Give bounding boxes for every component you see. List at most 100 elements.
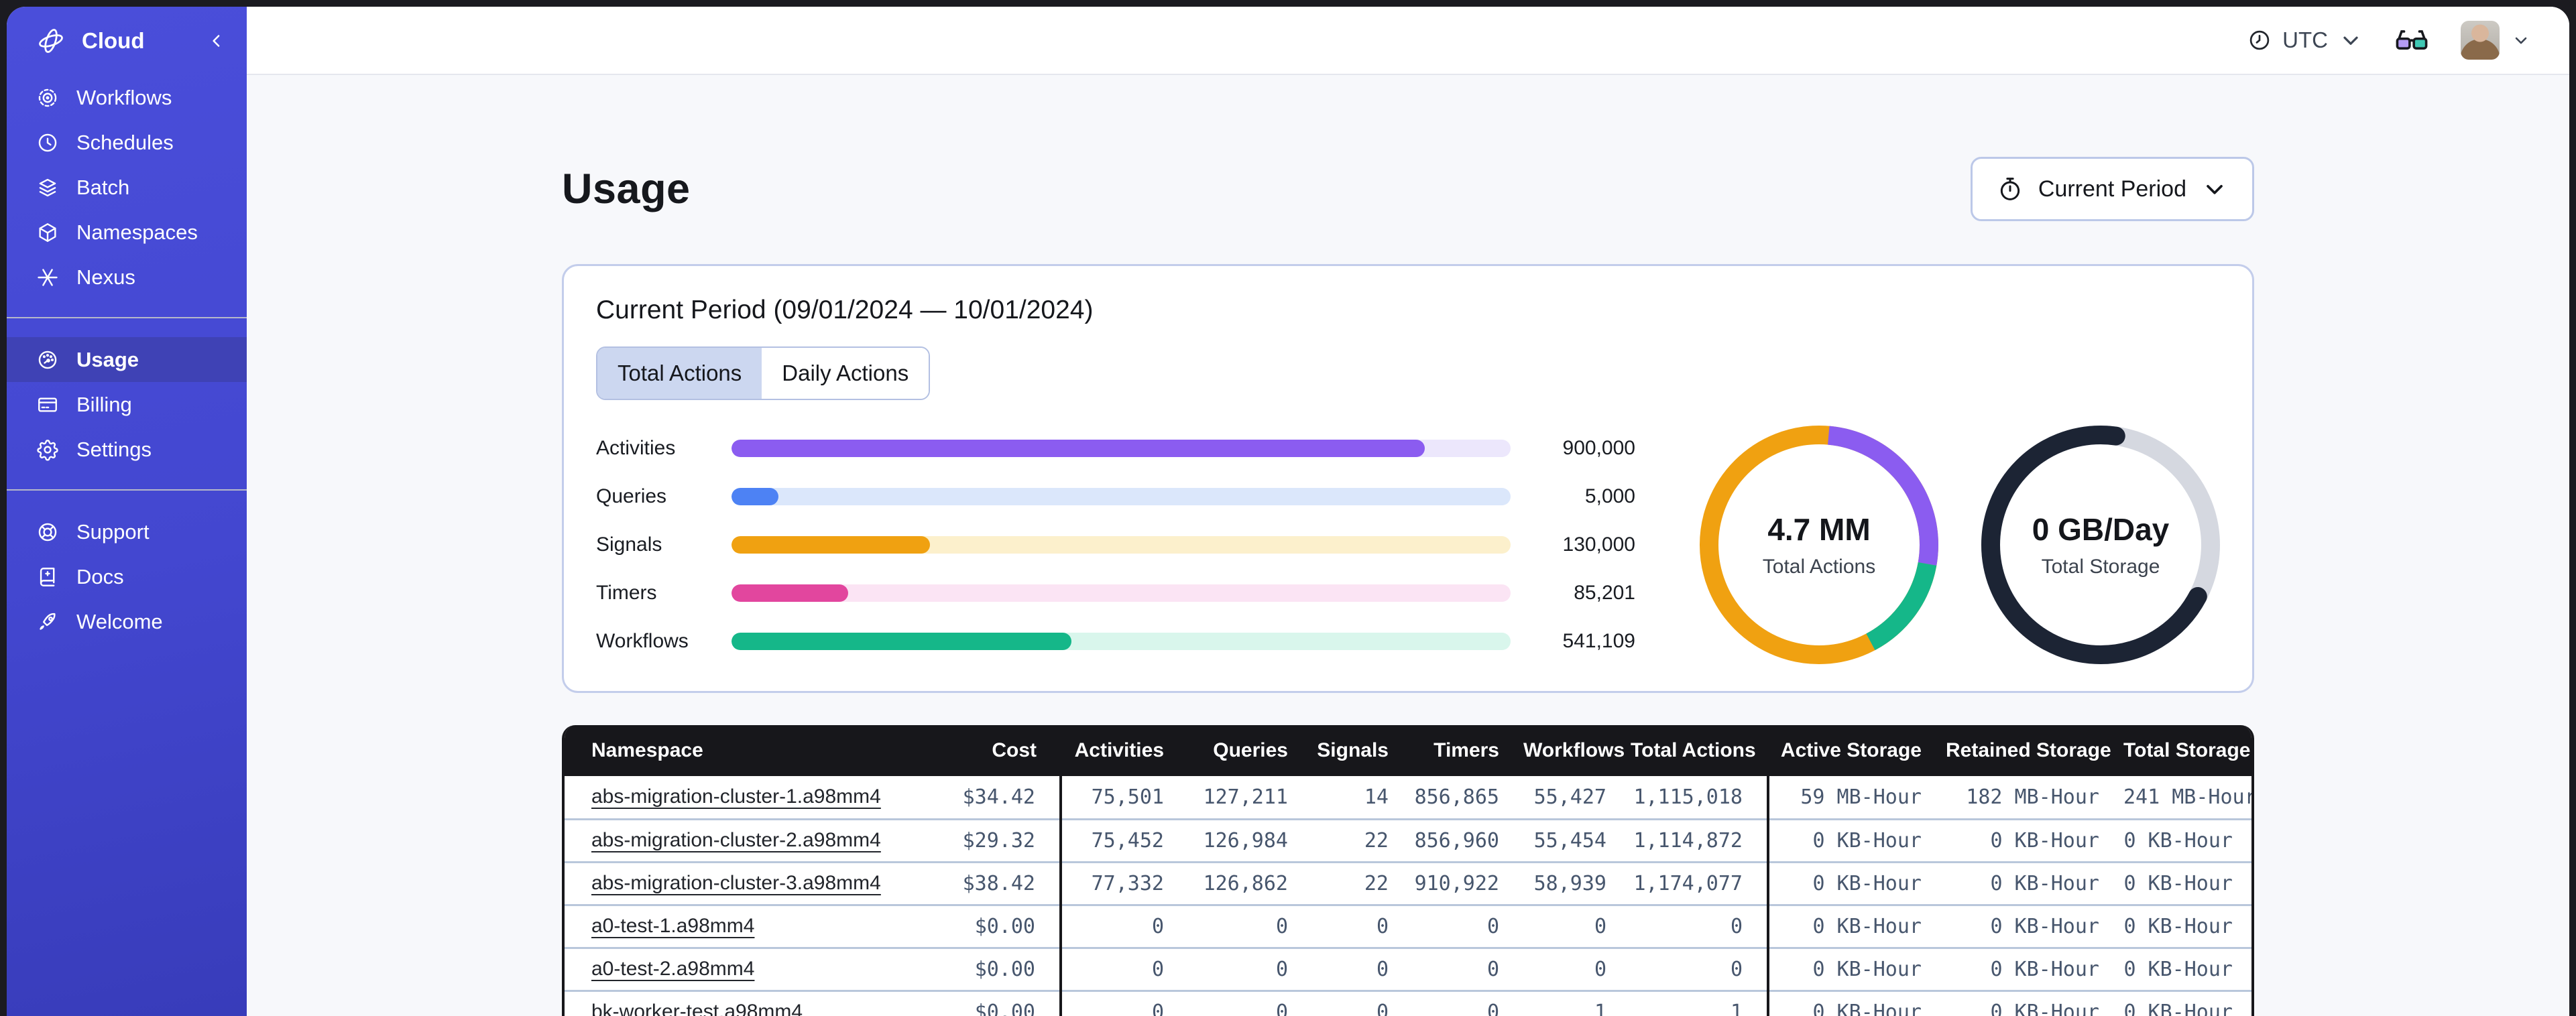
- timers-cell: 856,865: [1413, 776, 1523, 820]
- bar-label: Timers: [596, 582, 657, 604]
- active_storage-cell: 0 KB-Hour: [1767, 991, 1946, 1016]
- brand-label: Cloud: [82, 28, 145, 53]
- sidebar-item-namespaces[interactable]: Namespaces: [7, 210, 247, 255]
- queries-cell: 126,862: [1188, 862, 1312, 906]
- timezone-selector[interactable]: UTC: [2247, 27, 2363, 53]
- tab-daily-actions[interactable]: Daily Actions: [762, 348, 929, 399]
- timers-cell: 0: [1413, 905, 1523, 949]
- sidebar-collapse-button[interactable]: [207, 31, 227, 51]
- bar-value: 900,000: [1562, 437, 1635, 459]
- cost-cell: $38.42: [937, 862, 1061, 906]
- sidebar-header: Cloud: [7, 7, 247, 75]
- namespace-link[interactable]: abs-migration-cluster-1.a98mm4: [591, 785, 881, 808]
- bar-fill: [731, 440, 1425, 457]
- total-storage-label: Total Storage: [2041, 556, 2160, 578]
- sidebar-item-label: Docs: [76, 564, 124, 588]
- sidebar-item-billing[interactable]: Billing: [7, 382, 247, 427]
- retained_storage-cell: 0 KB-Hour: [1946, 862, 2123, 906]
- sidebar-item-label: Nexus: [76, 265, 135, 289]
- signals-cell: 22: [1312, 862, 1413, 906]
- table-row: abs-migration-cluster-2.a98mm4 $29.32 75,4…: [565, 819, 2251, 863]
- settings-icon: [36, 438, 59, 461]
- billing-icon: [36, 393, 59, 416]
- active_storage-cell: 0 KB-Hour: [1767, 819, 1946, 863]
- total_actions-cell: 1,115,018: [1631, 776, 1768, 820]
- table-row: a0-test-1.a98mm4 $0.00 0 0 0 0 0 0 0 KB-Hour 0 KB…: [565, 905, 2251, 949]
- namespace-link[interactable]: a0-test-2.a98mm4: [591, 958, 754, 980]
- sidebar-item-nexus[interactable]: Nexus: [7, 255, 247, 300]
- table-row: abs-migration-cluster-3.a98mm4 $38.42 77,3…: [565, 862, 2251, 906]
- column-header-activities: Activities: [1061, 725, 1188, 776]
- column-header-timers: Timers: [1413, 725, 1523, 776]
- sidebar-item-usage[interactable]: Usage: [7, 337, 247, 382]
- total-actions-label: Total Actions: [1762, 556, 1876, 578]
- clock-icon: [2247, 28, 2272, 52]
- cost-cell: $0.00: [937, 991, 1061, 1016]
- total_actions-cell: 0: [1631, 905, 1768, 949]
- total_actions-cell: 1: [1631, 991, 1768, 1016]
- cost-cell: $29.32: [937, 819, 1061, 863]
- bar-label: Workflows: [596, 630, 689, 652]
- active_storage-cell: 0 KB-Hour: [1767, 948, 1946, 992]
- bar-track: [731, 584, 1511, 602]
- total_storage-cell: 0 KB-Hour: [2123, 948, 2251, 992]
- namespace-cell: abs-migration-cluster-1.a98mm4: [565, 776, 937, 820]
- sidebar-item-settings[interactable]: Settings: [7, 427, 247, 472]
- total_storage-cell: 0 KB-Hour: [2123, 991, 2251, 1016]
- sidebar-item-workflows[interactable]: Workflows: [7, 75, 247, 120]
- sidebar-item-label: Batch: [76, 175, 130, 199]
- bar-track: [731, 536, 1511, 554]
- signals-cell: 22: [1312, 819, 1413, 863]
- bar-label: Queries: [596, 485, 667, 507]
- namespace-cell: abs-migration-cluster-3.a98mm4: [565, 862, 937, 906]
- activities-cell: 77,332: [1059, 862, 1188, 906]
- total-actions-value: 4.7 MM: [1767, 512, 1871, 547]
- namespace-cell: abs-migration-cluster-2.a98mm4: [565, 819, 937, 863]
- period-selector-button[interactable]: Current Period: [1970, 157, 2254, 221]
- card-title: Current Period (09/01/2024 — 10/01/2024): [596, 296, 1094, 324]
- account-menu[interactable]: [2461, 21, 2530, 60]
- retained_storage-cell: 0 KB-Hour: [1946, 819, 2123, 863]
- sidebar-nav-account: Usage Billing Settings: [7, 337, 247, 472]
- column-header-workflows: Workflows: [1523, 725, 1631, 776]
- tab-total-actions[interactable]: Total Actions: [597, 348, 762, 399]
- activities-cell: 75,501: [1059, 776, 1188, 820]
- retained_storage-cell: 0 KB-Hour: [1946, 991, 2123, 1016]
- bar-fill: [731, 536, 931, 554]
- chevron-down-icon: [2201, 176, 2228, 202]
- activities-cell: 0: [1059, 948, 1188, 992]
- table-row: bk-worker-test.a98mm4 $0.00 0 0 0 0 1 1 0 KB-Hou…: [565, 991, 2251, 1016]
- workflows-cell: 58,939: [1523, 862, 1631, 906]
- sidebar-item-docs[interactable]: Docs: [7, 554, 247, 599]
- workflows-cell: 1: [1523, 991, 1631, 1016]
- timezone-label: UTC: [2282, 27, 2328, 52]
- namespace-link[interactable]: bk-worker-test.a98mm4: [591, 1001, 803, 1016]
- namespace-link[interactable]: abs-migration-cluster-3.a98mm4: [591, 872, 881, 894]
- namespace-link[interactable]: a0-test-1.a98mm4: [591, 915, 754, 937]
- sidebar-item-welcome[interactable]: Welcome: [7, 599, 247, 644]
- total_storage-cell: 0 KB-Hour: [2123, 819, 2251, 863]
- namespace-link[interactable]: abs-migration-cluster-2.a98mm4: [591, 829, 881, 851]
- workflows-cell: 0: [1523, 905, 1631, 949]
- table-header-row: Namespace Cost Activities Queries Signals Tim…: [565, 725, 2251, 776]
- period-selector-label: Current Period: [2038, 176, 2186, 202]
- usage-icon: [36, 348, 59, 371]
- sidebar-item-schedules[interactable]: Schedules: [7, 120, 247, 165]
- actions-bar-chart: Activities 900,000 Queries 5,000 Signals 130,…: [596, 437, 1655, 653]
- timers-cell: 856,960: [1413, 819, 1523, 863]
- workflows-cell: 55,427: [1523, 776, 1631, 820]
- signals-cell: 14: [1312, 776, 1413, 820]
- activities-cell: 0: [1059, 905, 1188, 949]
- column-header-total_actions: Total Actions: [1631, 725, 1768, 776]
- total_actions-cell: 1,114,872: [1631, 819, 1768, 863]
- bar-fill: [731, 633, 1071, 650]
- timers-cell: 910,922: [1413, 862, 1523, 906]
- reader-glasses-icon[interactable]: [2394, 22, 2430, 58]
- welcome-icon: [36, 611, 59, 633]
- user-avatar: [2461, 21, 2500, 60]
- signals-cell: 0: [1312, 991, 1413, 1016]
- sidebar: Cloud Workflows Schedules Batch Namespaces N…: [7, 7, 247, 1016]
- total-actions-donut: 4.7 MM Total Actions: [1700, 426, 1938, 664]
- sidebar-item-batch[interactable]: Batch: [7, 165, 247, 210]
- sidebar-item-support[interactable]: Support: [7, 509, 247, 554]
